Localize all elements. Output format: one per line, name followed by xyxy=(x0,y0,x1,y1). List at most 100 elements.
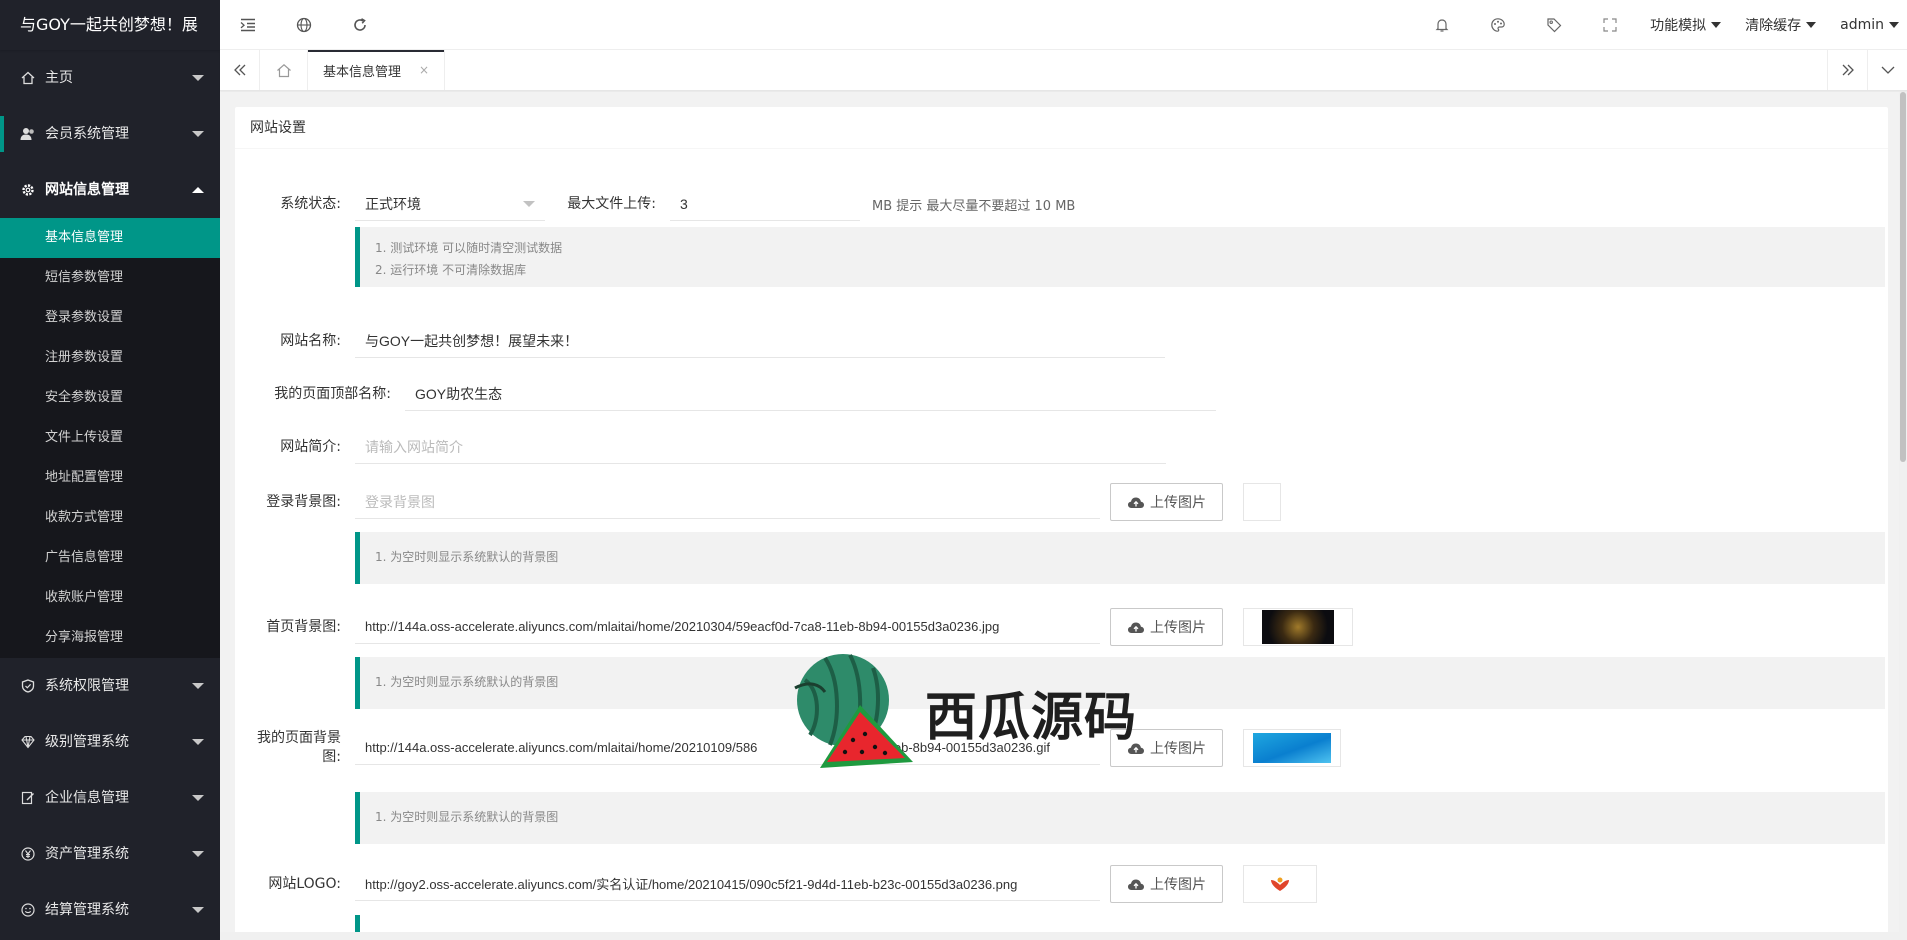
sidebar-group-label: 会员系统管理 xyxy=(45,126,129,142)
refresh-icon xyxy=(354,17,366,31)
home-icon xyxy=(276,63,291,77)
cloud-upload-icon xyxy=(1127,621,1145,634)
login-bg-upload-button[interactable]: 上传图片 xyxy=(1110,483,1223,521)
logo-row: 网站LOGO: 上传图片 xyxy=(235,865,1317,903)
sidebar-group-settlement[interactable]: 结算管理系统 xyxy=(0,882,220,938)
status-row: 系统状态: 正式环境 最大文件上传: MB 提示 最大尽量不要超过 10 MB xyxy=(235,187,1075,221)
sidebar-group-home[interactable]: 主页 xyxy=(0,50,220,106)
mypage-bg-label-line: 图: xyxy=(322,749,341,765)
user-menu[interactable]: admin xyxy=(1828,0,1907,50)
notification-button[interactable] xyxy=(1414,0,1470,50)
tab-label: 基本信息管理 xyxy=(323,64,402,80)
simulate-menu[interactable]: 功能模拟 xyxy=(1638,0,1733,50)
logo-image xyxy=(1271,877,1289,891)
horizontal-scrollbar[interactable] xyxy=(220,932,1899,940)
login-bg-input[interactable] xyxy=(355,485,1100,519)
maxfile-input[interactable] xyxy=(670,187,860,221)
status-select[interactable]: 正式环境 xyxy=(355,187,545,221)
home-bg-row: 首页背景图: 上传图片 xyxy=(235,608,1353,646)
env-tip-line: 2. 运行环境 不可清除数据库 xyxy=(375,263,527,277)
sidebar-group-company[interactable]: 企业信息管理 xyxy=(0,770,220,826)
sidebar-group-label: 主页 xyxy=(45,70,73,86)
sidebar-item-basic-info[interactable]: 基本信息管理 xyxy=(0,218,220,258)
tip-line: 1. 为空时则显示系统默认的背景图 xyxy=(375,810,559,824)
tabs-scroll-left-button[interactable] xyxy=(220,50,260,90)
logo-upload-button[interactable]: 上传图片 xyxy=(1110,865,1223,903)
chevron-down-icon xyxy=(192,683,204,689)
sidebar-group-label: 级别管理系统 xyxy=(45,734,129,750)
diamond-icon xyxy=(20,734,36,750)
mypage-bg-image xyxy=(1253,733,1331,763)
tabs-actions-button[interactable] xyxy=(1867,50,1907,90)
sidebar-group-members[interactable]: 会员系统管理 xyxy=(0,106,220,162)
app-logo[interactable]: 与GOY一起共创梦想！展 xyxy=(0,0,220,50)
tag-button[interactable] xyxy=(1526,0,1582,50)
sidebar-item-ads[interactable]: 广告信息管理 xyxy=(0,538,220,578)
sidebar-item-address[interactable]: 地址配置管理 xyxy=(0,458,220,498)
mypage-title-input[interactable] xyxy=(405,377,1216,411)
sidebar: 与GOY一起共创梦想！展 主页 会员系统管理 网站信息管理 基本信息管理 短信参… xyxy=(0,0,220,940)
sidebar-item-payment-method[interactable]: 收款方式管理 xyxy=(0,498,220,538)
logo-preview xyxy=(1243,865,1317,903)
upload-button-label: 上传图片 xyxy=(1150,741,1206,757)
top-header: 功能模拟 清除缓存 admin xyxy=(220,0,1907,50)
maxfile-hint: MB 提示 最大尽量不要超过 10 MB xyxy=(872,198,1076,214)
chevron-down-icon xyxy=(192,75,204,81)
mypage-bg-input-value: http://144a.oss-accelerate.aliyuncs.com/… xyxy=(365,740,758,755)
indent-icon xyxy=(240,18,255,31)
sidebar-group-site-info[interactable]: 网站信息管理 xyxy=(0,162,220,218)
status-label: 系统状态: xyxy=(280,196,341,212)
simulate-menu-label: 功能模拟 xyxy=(1650,17,1707,34)
sidebar-item-login[interactable]: 登录参数设置 xyxy=(0,298,220,338)
home-bg-upload-button[interactable]: 上传图片 xyxy=(1110,608,1223,646)
globe-icon xyxy=(296,17,312,32)
mypage-title-row: 我的页面顶部名称: xyxy=(235,377,1216,411)
sidebar-item-poster[interactable]: 分享海报管理 xyxy=(0,618,220,658)
chevron-up-icon xyxy=(192,187,204,193)
mypage-bg-label-line: 我的页面背景 xyxy=(257,730,341,746)
smile-icon xyxy=(20,902,36,918)
main-content: 网站设置 系统状态: 正式环境 最大文件上传: MB 提示 最大尽量不要超过 1… xyxy=(220,92,1907,940)
close-icon[interactable]: × xyxy=(419,63,429,77)
chevron-down-icon xyxy=(192,907,204,913)
login-bg-row: 登录背景图: 上传图片 xyxy=(235,483,1281,521)
website-button[interactable] xyxy=(276,0,332,50)
theme-button[interactable] xyxy=(1470,0,1526,50)
chevron-down-icon xyxy=(192,851,204,857)
tab-basic-info[interactable]: 基本信息管理 × xyxy=(308,50,446,90)
home-bg-input[interactable] xyxy=(355,610,1100,644)
gear-icon xyxy=(20,182,36,198)
menu-toggle-button[interactable] xyxy=(220,0,276,50)
sidebar-item-upload[interactable]: 文件上传设置 xyxy=(0,418,220,458)
sidebar-item-security[interactable]: 安全参数设置 xyxy=(0,378,220,418)
env-tip: 1. 测试环境 可以随时清空测试数据 2. 运行环境 不可清除数据库 xyxy=(355,227,1885,287)
tab-home[interactable] xyxy=(260,50,308,90)
sidebar-group-permissions[interactable]: 系统权限管理 xyxy=(0,658,220,714)
fullscreen-button[interactable] xyxy=(1582,0,1638,50)
home-bg-label: 首页背景图: xyxy=(266,619,341,635)
users-icon xyxy=(20,126,36,142)
upload-button-label: 上传图片 xyxy=(1150,877,1206,893)
tip-line: 1. 为空时则显示系统默认的背景图 xyxy=(375,550,559,564)
sidebar-group-assets[interactable]: 资产管理系统 xyxy=(0,826,220,882)
site-name-input[interactable] xyxy=(355,324,1165,358)
vertical-scrollbar[interactable] xyxy=(1899,92,1907,940)
sidebar-item-sms[interactable]: 短信参数管理 xyxy=(0,258,220,298)
sidebar-item-payment-account[interactable]: 收款账户管理 xyxy=(0,578,220,618)
logo-input[interactable] xyxy=(355,867,1100,901)
mypage-bg-preview xyxy=(1243,729,1341,767)
clear-cache-menu[interactable]: 清除缓存 xyxy=(1733,0,1828,50)
site-name-label: 网站名称: xyxy=(280,333,341,349)
mypage-bg-label: 我的页面背景 图: xyxy=(235,729,355,767)
edit-icon xyxy=(20,790,36,806)
refresh-button[interactable] xyxy=(332,0,388,50)
scrollbar-thumb[interactable] xyxy=(1900,92,1906,462)
tabs-scroll-right-button[interactable] xyxy=(1827,50,1867,90)
intro-input[interactable] xyxy=(355,430,1166,464)
mypage-bg-tip: 1. 为空时则显示系统默认的背景图 xyxy=(355,792,1885,844)
intro-row: 网站简介: xyxy=(235,430,1166,464)
sidebar-group-levels[interactable]: 级别管理系统 xyxy=(0,714,220,770)
palette-icon xyxy=(1491,17,1505,32)
mypage-title-label: 我的页面顶部名称: xyxy=(274,386,391,402)
sidebar-item-register[interactable]: 注册参数设置 xyxy=(0,338,220,378)
